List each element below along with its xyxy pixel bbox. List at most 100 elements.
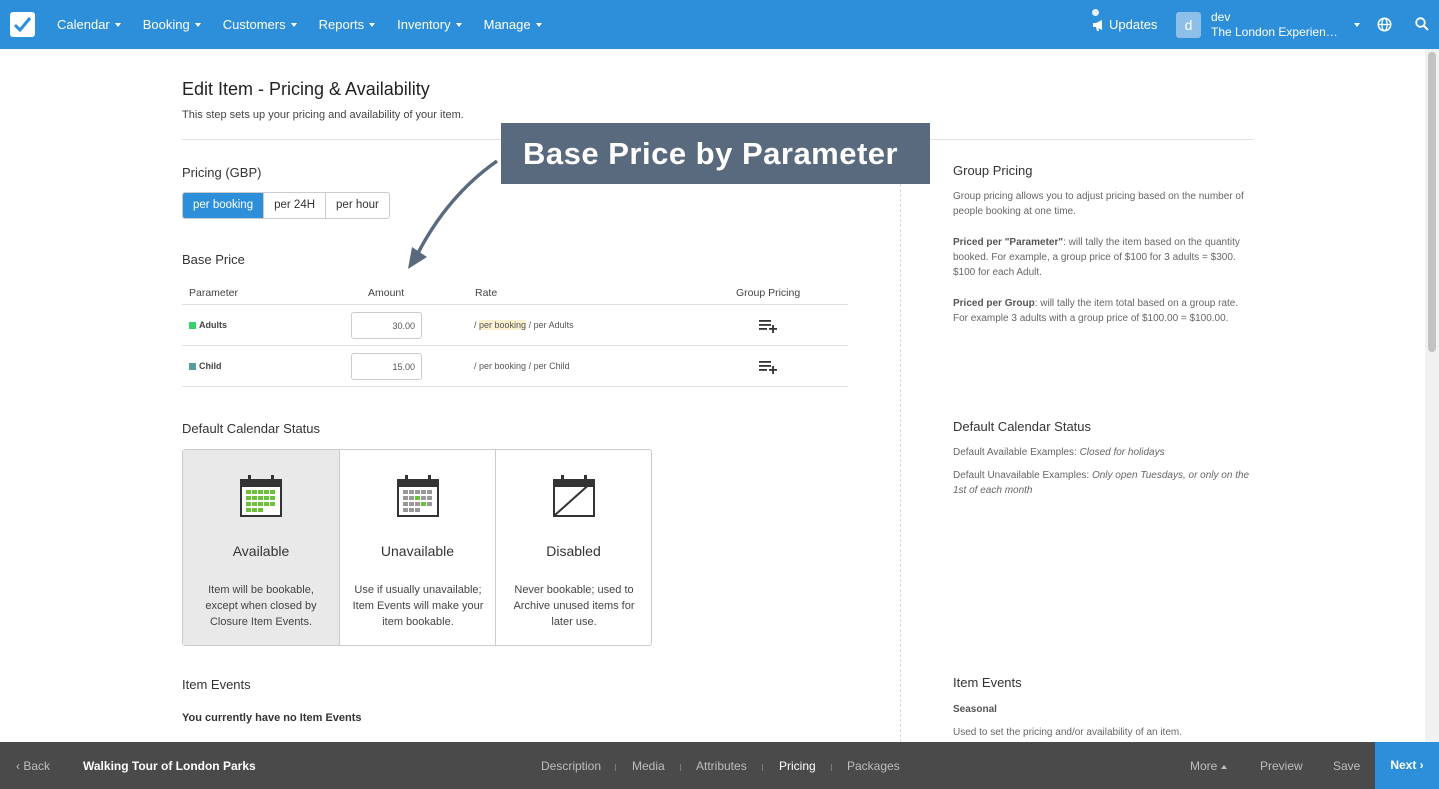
priced-per-parameter-help: Priced per "Parameter": will tally the i… [953, 235, 1255, 280]
col-rate: Rate [475, 287, 498, 299]
caret-down-icon [455, 22, 462, 27]
caret-down-icon [114, 22, 121, 27]
child-color-swatch [189, 362, 196, 370]
nav-inventory-label: Inventory [397, 17, 451, 32]
add-group-pricing-icon[interactable] [759, 318, 778, 333]
search-icon[interactable] [1415, 17, 1429, 31]
caret-down-icon [194, 22, 201, 27]
scrollbar-thumb[interactable] [1428, 52, 1436, 352]
user-caret-down-icon[interactable] [1354, 23, 1360, 27]
updates-label: Updates [1109, 17, 1158, 32]
help-label: Priced per "Parameter" [953, 237, 1064, 248]
user-name: dev [1211, 10, 1231, 24]
amount-input-adults[interactable]: 30.00 [351, 312, 422, 339]
rate-child: / per booking / per Child [474, 361, 570, 371]
main-menu: Calendar Booking Customers Reports Inven… [46, 0, 553, 49]
nav-calendar[interactable]: Calendar [46, 17, 132, 32]
item-name: Walking Tour of London Parks [83, 759, 256, 773]
tab-description[interactable]: Description [541, 759, 601, 773]
user-org: The London Experience Ltd [1211, 25, 1341, 39]
status-card-title: Available [232, 543, 290, 559]
checkmark-logo-icon[interactable] [10, 12, 35, 37]
nav-booking[interactable]: Booking [132, 17, 212, 32]
globe-icon[interactable] [1377, 17, 1392, 32]
base-price-table: Parameter Amount Rate Group Pricing Adul… [182, 283, 848, 387]
nav-manage[interactable]: Manage [473, 17, 553, 32]
next-button[interactable]: Next › [1375, 742, 1439, 789]
more-menu[interactable]: More [1190, 759, 1228, 773]
nav-reports-label: Reports [318, 17, 365, 32]
calendar-status-heading: Default Calendar Status [182, 421, 321, 436]
status-card-disabled[interactable]: Disabled Never bookable; used to Archive… [495, 450, 651, 645]
pricing-mode-toggle: per booking per 24H per hour [182, 192, 390, 219]
caret-down-icon [369, 22, 376, 27]
add-group-pricing-icon[interactable] [759, 359, 778, 374]
rate-suffix: / per Adults [526, 320, 574, 330]
nav-customers[interactable]: Customers [212, 17, 308, 32]
tab-separator [680, 764, 681, 771]
tab-separator [615, 764, 616, 771]
tab-separator [831, 764, 832, 771]
status-card-available[interactable]: Available Item will be bookable, except … [183, 450, 339, 645]
caret-up-icon [1221, 764, 1228, 769]
rate-suffix: / per Child [526, 361, 570, 371]
per-booking-option[interactable]: per booking [183, 193, 264, 218]
page-title: Edit Item - Pricing & Availability [182, 79, 430, 99]
seasonal-help: Used to set the pricing and/or availabil… [953, 727, 1183, 738]
rate-adults: / per booking / per Adults [474, 320, 574, 330]
status-card-title: Disabled [546, 543, 601, 559]
parameter-name: Child [199, 361, 222, 371]
pricing-heading: Pricing (GBP) [182, 165, 262, 180]
callout-arrow-icon [408, 159, 499, 269]
col-parameter: Parameter [189, 287, 239, 299]
bottom-toolbar: ‹ Back Walking Tour of London Parks Desc… [0, 742, 1439, 789]
status-card-title: Unavailable [380, 543, 455, 559]
parameter-adults: Adults [189, 320, 227, 330]
tab-separator [762, 764, 763, 771]
adults-color-swatch [189, 321, 196, 329]
status-card-desc: Never bookable; used to Archive unused i… [513, 584, 635, 628]
user-menu[interactable]: dev The London Experience Ltd [1211, 10, 1341, 40]
avatar[interactable]: d [1176, 12, 1201, 38]
col-amount: Amount [368, 287, 405, 299]
notification-dot [1092, 9, 1099, 16]
save-button[interactable]: Save [1333, 759, 1360, 773]
base-price-heading: Base Price [182, 252, 245, 267]
nav-manage-label: Manage [483, 17, 531, 32]
nav-customers-label: Customers [222, 17, 286, 32]
calendar-available-icon [240, 475, 282, 517]
megaphone-icon [1093, 19, 1102, 31]
nav-reports[interactable]: Reports [308, 17, 387, 32]
parameter-name: Adults [199, 320, 227, 330]
nav-booking-label: Booking [142, 17, 190, 32]
no-item-events-text: You currently have no Item Events [182, 712, 362, 724]
table-row-adults: Adults 30.00 / per booking / per Adults [182, 305, 848, 346]
nav-inventory[interactable]: Inventory [386, 17, 472, 32]
help-label: Priced per Group [953, 298, 1035, 309]
tab-attributes[interactable]: Attributes [696, 759, 747, 773]
item-events-help-heading: Item Events [953, 675, 1022, 690]
seasonal-label: Seasonal [953, 704, 997, 715]
page-subtitle: This step sets up your pricing and avail… [182, 109, 464, 121]
available-examples: Default Available Examples: Closed for h… [953, 445, 1255, 460]
preview-button[interactable]: Preview [1260, 759, 1303, 773]
amount-input-child[interactable]: 15.00 [351, 353, 422, 380]
caret-down-icon [535, 22, 542, 27]
rate-unit: per booking [479, 320, 527, 330]
back-button[interactable]: ‹ Back [16, 759, 50, 773]
per-hour-option[interactable]: per hour [325, 193, 389, 218]
rate-unit: per booking [479, 361, 527, 371]
top-navbar: Calendar Booking Customers Reports Inven… [0, 0, 1439, 49]
tab-pricing[interactable]: Pricing [779, 759, 816, 773]
table-row-child: Child 15.00 / per booking / per Child [182, 346, 848, 387]
callout-label: Base Price by Parameter [501, 123, 930, 184]
status-card-unavailable[interactable]: Unavailable Use if usually unavailable; … [339, 450, 495, 645]
per-24h-option[interactable]: per 24H [263, 193, 325, 218]
caret-down-icon [290, 22, 297, 27]
help-label: Default Available Examples: [953, 447, 1080, 458]
tab-packages[interactable]: Packages [847, 759, 900, 773]
updates-button[interactable]: Updates [1092, 0, 1157, 49]
nav-calendar-label: Calendar [57, 17, 110, 32]
parameter-child: Child [189, 361, 222, 371]
tab-media[interactable]: Media [632, 759, 665, 773]
